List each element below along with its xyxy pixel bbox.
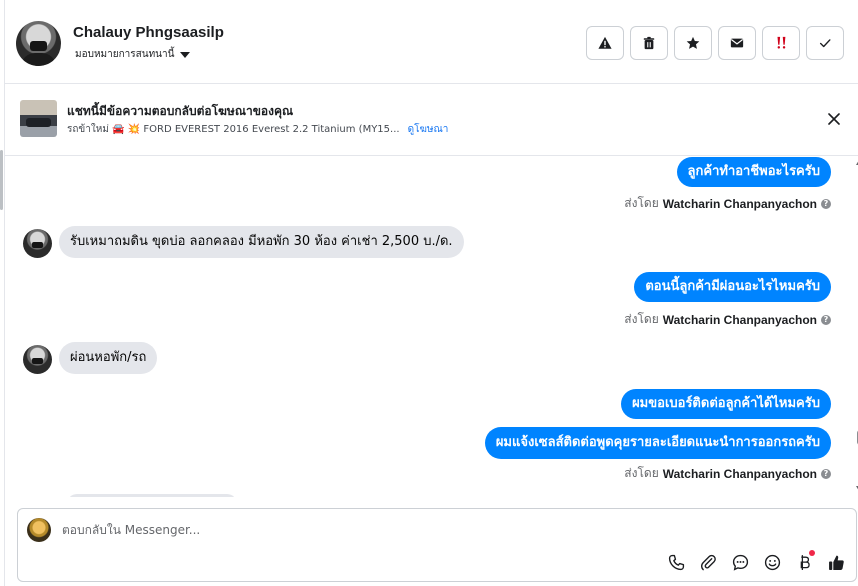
attach-button[interactable] <box>698 552 718 572</box>
ad-banner-subtitle-row: รถข้าใหม่ 🚘 💥 FORD EVEREST 2016 Everest … <box>67 122 448 137</box>
window-edge <box>0 150 3 210</box>
follow-up-button[interactable] <box>762 26 800 60</box>
conversation-header: Chalauy Phngsaasilp มอบหมายการสนทนานี้ <box>5 0 858 84</box>
call-button[interactable] <box>666 552 686 572</box>
exclamation-icon <box>777 36 786 49</box>
composer-tools <box>666 550 846 572</box>
info-icon[interactable]: ? <box>821 314 831 325</box>
message-thread[interactable]: ลูกค้าทำอาชีพอะไรครับ ส่งโดย Watcharin C… <box>5 157 845 497</box>
payment-icon <box>800 554 810 570</box>
ad-banner-subtitle: รถข้าใหม่ 🚘 💥 FORD EVEREST 2016 Everest … <box>67 124 400 135</box>
chevron-down-icon <box>180 51 191 58</box>
header-actions <box>586 26 844 60</box>
view-ad-link[interactable]: ดูโฆษณา <box>408 122 449 137</box>
message-outgoing[interactable]: ตอนนี้ลูกค้ามีผ่อนอะไรไหมครับ <box>634 272 831 302</box>
close-icon <box>828 113 840 125</box>
agent-name[interactable]: Watcharin Chanpanyachon <box>663 197 817 211</box>
contact-name[interactable]: Chalauy Phngsaasilp <box>73 24 224 41</box>
contact-avatar-small[interactable] <box>23 229 52 258</box>
message-outgoing[interactable]: ผมขอเบอร์ติดต่อลูกค้าได้ไหมครับ <box>621 389 831 419</box>
info-icon[interactable]: ? <box>821 468 831 479</box>
saved-reply-icon <box>732 554 748 571</box>
sent-by-label: ส่งโดย Watcharin Chanpanyachon ? <box>624 310 831 329</box>
reply-input[interactable] <box>62 519 622 541</box>
notification-dot <box>809 550 815 556</box>
agent-name[interactable]: Watcharin Chanpanyachon <box>663 467 817 481</box>
paperclip-icon <box>700 554 716 570</box>
message-incoming-partial <box>67 494 237 497</box>
ad-banner-title: แชทนี้มีข้อความตอบกลับต่อโฆษณาของคุณ <box>67 104 294 118</box>
contact-avatar[interactable] <box>16 21 61 66</box>
warning-icon <box>598 36 612 49</box>
check-icon <box>819 39 831 48</box>
message-incoming[interactable]: รับเหมาถมดิน ขุดบ่อ ลอกคลอง มีหอพัก 30 ห… <box>59 226 464 258</box>
assign-label: มอบหมายการสนทนานี้ <box>75 49 175 60</box>
mark-done-button[interactable] <box>806 26 844 60</box>
report-button[interactable] <box>586 26 624 60</box>
like-button[interactable] <box>826 552 846 572</box>
envelope-icon <box>730 38 744 48</box>
ad-thumbnail[interactable] <box>20 100 57 137</box>
page-avatar <box>27 518 51 542</box>
mark-unread-button[interactable] <box>718 26 756 60</box>
thumbs-up-icon <box>828 555 844 570</box>
message-outgoing[interactable]: ผมแจ้งเซลส์ติดต่อพูดคุยรายละเอียดแนะนำกา… <box>484 427 831 459</box>
message-outgoing[interactable]: ลูกค้าทำอาชีพอะไรครับ <box>676 157 831 187</box>
phone-icon <box>668 554 684 570</box>
ad-reply-banner: แชทนี้มีข้อความตอบกลับต่อโฆษณาของคุณ รถข… <box>5 84 858 156</box>
reply-composer <box>17 508 857 582</box>
sent-by-label: ส่งโดย Watcharin Chanpanyachon ? <box>624 194 831 213</box>
emoji-icon <box>764 554 780 570</box>
delete-button[interactable] <box>630 26 668 60</box>
emoji-button[interactable] <box>762 552 782 572</box>
saved-replies-button[interactable] <box>730 552 750 572</box>
contact-avatar-small[interactable] <box>23 345 52 374</box>
close-banner-button[interactable] <box>825 110 843 128</box>
payment-button[interactable] <box>794 550 815 572</box>
sent-by-label: ส่งโดย Watcharin Chanpanyachon ? <box>624 464 831 483</box>
star-icon <box>686 36 700 49</box>
conversation-panel: Chalauy Phngsaasilp มอบหมายการสนทนานี้ แ… <box>4 0 858 586</box>
message-incoming[interactable]: ผ่อนหอพัก/รถ <box>59 342 158 374</box>
trash-icon <box>643 36 655 50</box>
star-button[interactable] <box>674 26 712 60</box>
agent-name[interactable]: Watcharin Chanpanyachon <box>663 313 817 327</box>
info-icon[interactable]: ? <box>821 198 831 209</box>
assign-conversation-dropdown[interactable]: มอบหมายการสนทนานี้ <box>75 47 191 62</box>
